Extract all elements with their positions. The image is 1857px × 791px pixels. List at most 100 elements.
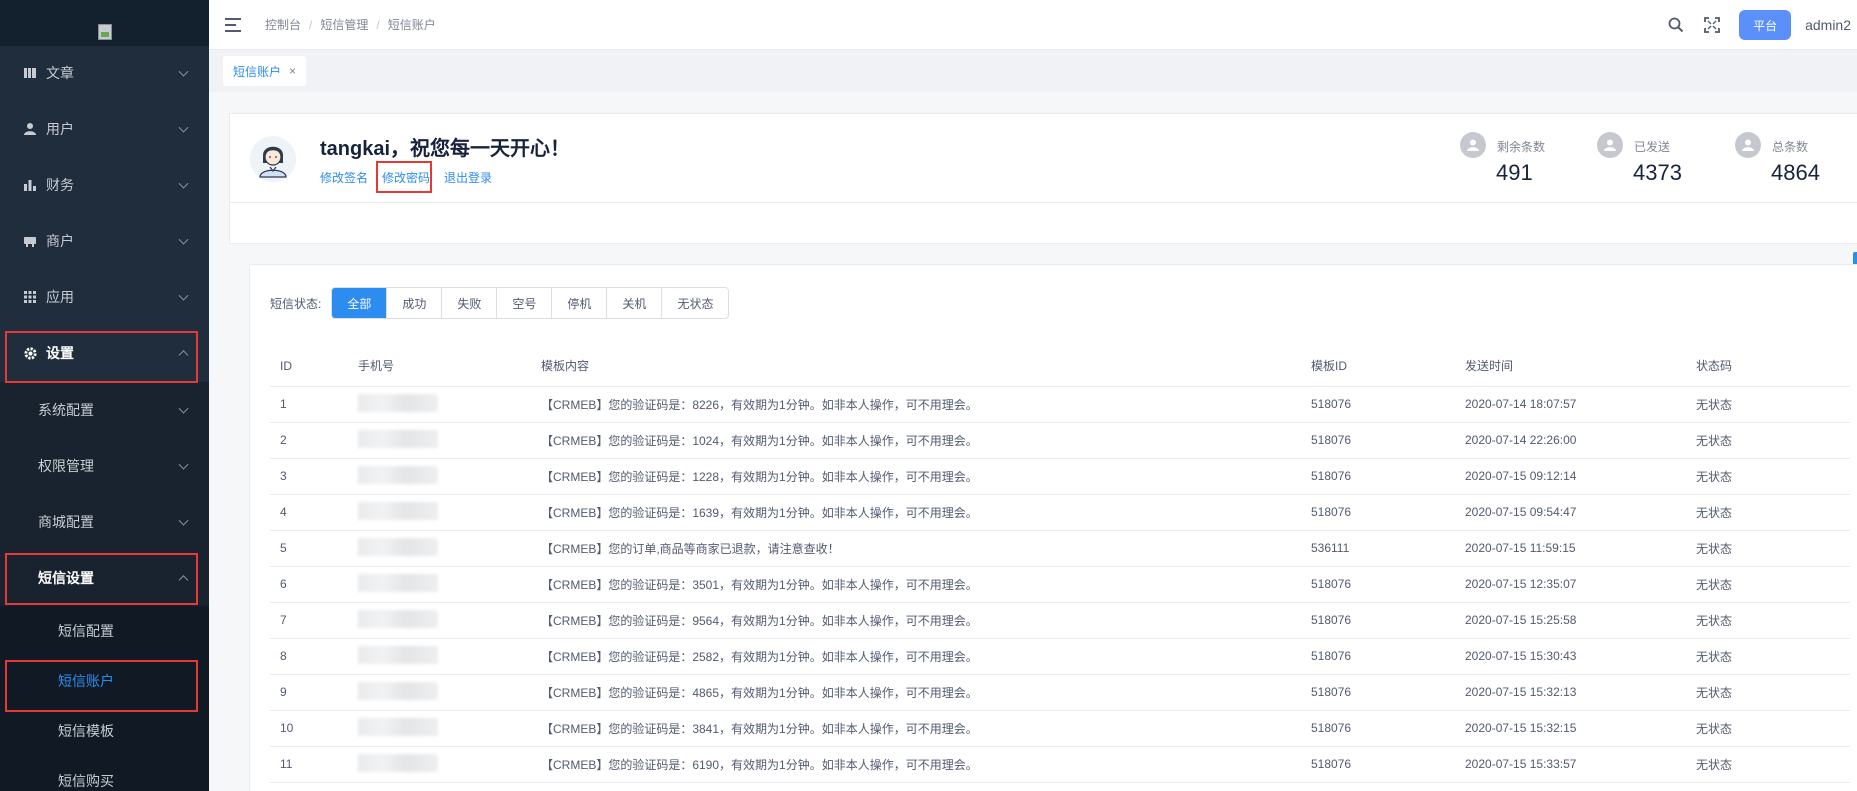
chevron-down-icon <box>178 234 189 245</box>
cell-phone <box>348 386 531 423</box>
table-row: 4 【CRMEB】您的验证码是：1639，有效期为1分钟。如非本人操作，可不用理会… <box>270 494 1850 531</box>
column-header: 手机号 <box>348 346 531 387</box>
redacted-phone <box>358 681 438 700</box>
user-avatar-icon <box>1735 132 1761 158</box>
cell-content: 【CRMEB】您的验证码是：4865，有效期为1分钟。如非本人操作，可不用理会。 <box>531 674 1301 711</box>
sidebar-item-sms-purchase[interactable]: 短信购买 <box>0 756 209 791</box>
breadcrumb-item-sms-account: 短信账户 <box>387 18 436 32</box>
sidebar-item-label: 短信配置 <box>58 623 114 639</box>
filter-label: 短信状态: <box>270 296 322 311</box>
cell-send-time: 2020-07-14 18:07:57 <box>1455 386 1686 423</box>
sidebar-item-sms-config[interactable]: 短信配置 <box>0 606 209 656</box>
stat-total: 总条数 4864 <box>1735 130 1857 190</box>
user-menu[interactable]: admin2 <box>1805 17 1851 33</box>
cell-template-id: 518076 <box>1301 638 1455 675</box>
sidebar-item-sms-template[interactable]: 短信模板 <box>0 706 209 756</box>
tab-sms-account[interactable]: 短信账户 × <box>223 56 307 86</box>
stat-label: 已发送 <box>1634 140 1671 154</box>
sidebar-item-finance[interactable]: 财务 <box>0 158 209 212</box>
close-icon[interactable]: × <box>289 64 296 78</box>
cell-id: 8 <box>270 638 348 675</box>
sidebar-item-settings[interactable]: 设置 <box>0 326 209 380</box>
filter-failed[interactable]: 失败 <box>441 288 497 318</box>
sidebar-item-apps[interactable]: 应用 <box>0 270 209 324</box>
table-row: 3 【CRMEB】您的验证码是：1228，有效期为1分钟。如非本人操作，可不用理会… <box>270 458 1850 495</box>
column-header: 状态码 <box>1686 346 1850 387</box>
status-radio-group: 全部 成功 失败 空号 停机 关机 无状态 <box>331 287 730 319</box>
cell-send-time: 2020-07-15 15:25:58 <box>1455 602 1686 639</box>
filter-suspended[interactable]: 停机 <box>551 288 607 318</box>
platform-button[interactable]: 平台 <box>1739 10 1792 40</box>
table-row: 7 【CRMEB】您的验证码是：9564，有效期为1分钟。如非本人操作，可不用理会… <box>270 602 1850 639</box>
menu-toggle-icon[interactable] <box>225 17 243 33</box>
cell-id: 9 <box>270 674 348 711</box>
sidebar-item-label: 财务 <box>46 177 74 193</box>
search-icon[interactable] <box>1667 16 1685 34</box>
card-divider <box>230 202 1857 203</box>
sidebar-item-sms-account[interactable]: 短信账户 <box>0 656 209 706</box>
cell-status: 无状态 <box>1686 674 1850 711</box>
filter-success[interactable]: 成功 <box>386 288 442 318</box>
breadcrumb: 控制台 / 短信管理 / 短信账户 <box>265 16 436 33</box>
cell-template-id: 518076 <box>1301 458 1455 495</box>
cell-id: 1 <box>270 386 348 423</box>
cell-phone <box>348 458 531 495</box>
sidebar-item-system-config[interactable]: 系统配置 <box>0 382 209 438</box>
table-row: 11 【CRMEB】您的验证码是：6190，有效期为1分钟。如非本人操作，可不用理… <box>270 746 1850 783</box>
chevron-down-icon <box>178 515 189 526</box>
gear-icon <box>22 345 38 361</box>
sidebar-item-articles[interactable]: 文章 <box>0 46 209 100</box>
sidebar-item-sms-settings[interactable]: 短信设置 <box>0 550 209 606</box>
cell-phone <box>348 638 531 675</box>
top-header: 控制台 / 短信管理 / 短信账户 平台 admin2 <box>209 0 1857 50</box>
column-header: 模板ID <box>1301 346 1455 387</box>
cell-content: 【CRMEB】您的验证码是：8226，有效期为1分钟。如非本人操作，可不用理会。 <box>531 386 1301 423</box>
filter-powered-off[interactable]: 关机 <box>606 288 662 318</box>
cell-send-time: 2020-07-15 15:32:15 <box>1455 710 1686 747</box>
cell-status: 无状态 <box>1686 746 1850 783</box>
cell-content: 【CRMEB】您的验证码是：3501，有效期为1分钟。如非本人操作，可不用理会。 <box>531 566 1301 603</box>
sidebar-item-label: 短信模板 <box>58 723 114 739</box>
change-password-link[interactable]: 修改密码 <box>382 169 430 186</box>
cell-status: 无状态 <box>1686 458 1850 495</box>
sidebar-item-merchant[interactable]: 商户 <box>0 214 209 268</box>
sms-records-card: 短信状态: 全部 成功 失败 空号 停机 关机 无状态 ID 手机号 模板内容 … <box>249 264 1857 791</box>
stat-label: 总条数 <box>1772 140 1809 154</box>
edit-signature-link[interactable]: 修改签名 <box>320 169 368 186</box>
sidebar: 文章 用户 财务 商户 应用 设置 系统配置 权限管理 商城配置 短信设置 短信… <box>0 0 209 791</box>
sidebar-item-label: 系统配置 <box>38 402 94 418</box>
cell-phone <box>348 710 531 747</box>
cell-status: 无状态 <box>1686 602 1850 639</box>
cell-send-time: 2020-07-15 09:12:14 <box>1455 458 1686 495</box>
sidebar-item-label: 文章 <box>46 65 74 81</box>
cell-template-id: 518076 <box>1301 566 1455 603</box>
sidebar-item-permission[interactable]: 权限管理 <box>0 438 209 494</box>
cell-status: 无状态 <box>1686 566 1850 603</box>
store-icon <box>22 233 38 249</box>
user-icon <box>22 121 38 137</box>
breadcrumb-item-sms-management[interactable]: 短信管理 <box>320 16 368 33</box>
cell-id: 11 <box>270 746 348 783</box>
fullscreen-icon[interactable] <box>1703 16 1721 34</box>
cell-template-id: 518076 <box>1301 386 1455 423</box>
table-row: 8 【CRMEB】您的验证码是：2582，有效期为1分钟。如非本人操作，可不用理会… <box>270 638 1850 675</box>
cell-status: 无状态 <box>1686 530 1850 567</box>
sidebar-item-shop-config[interactable]: 商城配置 <box>0 494 209 550</box>
logout-link[interactable]: 退出登录 <box>444 169 492 186</box>
cell-content: 【CRMEB】您的验证码是：6190，有效期为1分钟。如非本人操作，可不用理会。 <box>531 746 1301 783</box>
cell-content: 【CRMEB】您的验证码是：1639，有效期为1分钟。如非本人操作，可不用理会。 <box>531 494 1301 531</box>
filter-no-status[interactable]: 无状态 <box>661 288 729 318</box>
cell-id: 2 <box>270 422 348 459</box>
user-avatar-icon <box>1460 132 1486 158</box>
sidebar-item-label: 商户 <box>46 233 74 249</box>
cell-phone <box>348 674 531 711</box>
table-row: 2 【CRMEB】您的验证码是：1024，有效期为1分钟。如非本人操作，可不用理会… <box>270 422 1850 459</box>
stat-remaining: 剩余条数 491 <box>1460 130 1600 190</box>
cell-status: 无状态 <box>1686 710 1850 747</box>
filter-all[interactable]: 全部 <box>332 288 387 318</box>
redacted-phone <box>358 573 438 592</box>
breadcrumb-item-dashboard[interactable]: 控制台 <box>265 16 301 33</box>
sidebar-item-users[interactable]: 用户 <box>0 102 209 156</box>
filter-empty-number[interactable]: 空号 <box>496 288 552 318</box>
cell-send-time: 2020-07-14 22:26:00 <box>1455 422 1686 459</box>
